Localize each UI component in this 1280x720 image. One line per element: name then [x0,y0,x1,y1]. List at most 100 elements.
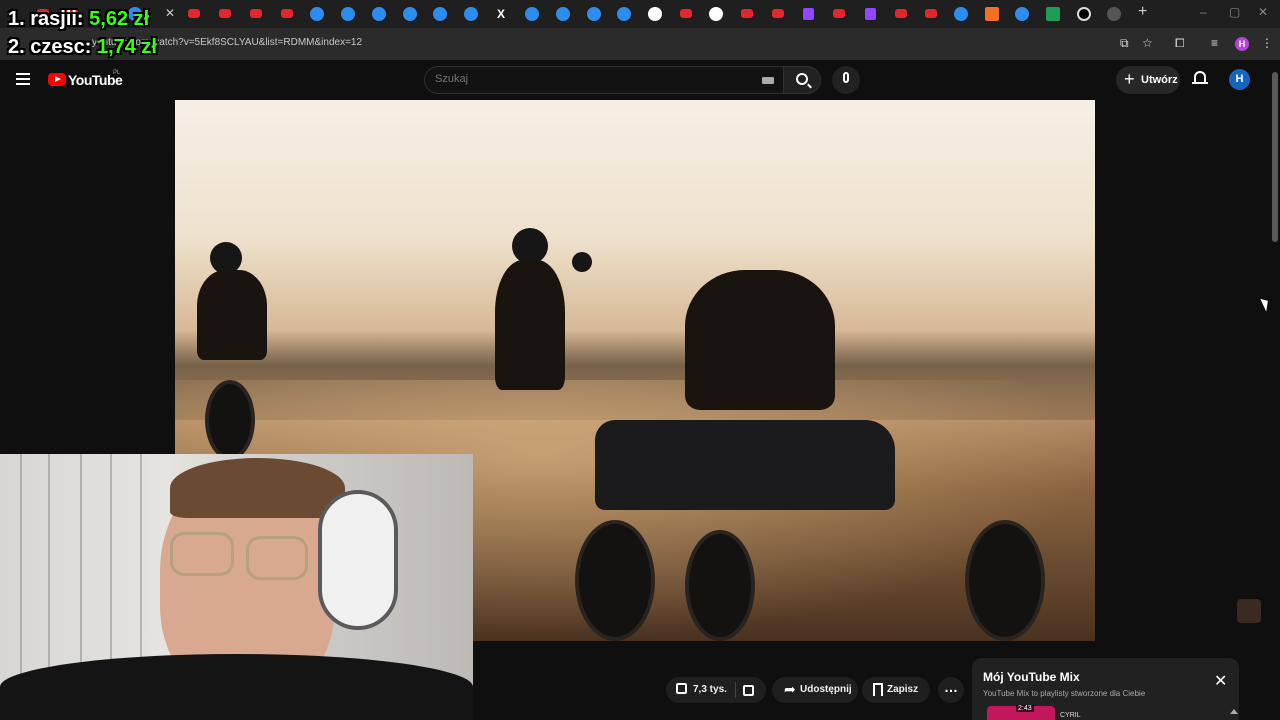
rider-helmet [572,252,592,272]
miniplayer-avatar[interactable] [1237,599,1261,623]
google-icon[interactable] [709,7,723,21]
twitch-icon[interactable] [865,8,876,20]
youtube-icon[interactable] [895,9,907,18]
maximize-icon[interactable]: ▢ [1229,5,1240,19]
bookmark-star-icon[interactable]: ☆ [1142,36,1153,50]
search-button[interactable] [783,66,821,94]
minimize-icon[interactable]: – [1200,5,1207,19]
rider-helmet [512,228,548,264]
youtube-icon[interactable] [219,9,231,18]
like-dislike-group: 7,3 tys. [666,677,766,703]
voice-search-button[interactable] [832,66,860,94]
search-box[interactable] [424,66,784,94]
dislike-icon[interactable] [743,685,754,696]
extensions-icon[interactable]: ⧠ [1175,36,1185,51]
youtube-icon[interactable] [741,9,753,18]
mix-subtitle: YouTube Mix to playlisty stworzone dla C… [983,689,1146,698]
address-bar: youtube.com/watch?v=5Ekf8SCLYAU&list=RDM… [0,28,1280,60]
messenger-icon[interactable] [433,7,447,21]
donation-amount: 1,74 zł [96,36,157,58]
browser-menu-icon[interactable]: ⋮ [1261,36,1273,50]
glasses-icon [246,536,308,580]
region-code: PL [113,70,121,76]
youtube-mix-panel: Mój YouTube Mix YouTube Mix to playlisty… [972,658,1239,720]
new-tab-button[interactable]: + [1138,3,1147,21]
search-icon [796,73,808,85]
save-icon [873,683,883,696]
youtube-icon[interactable] [925,9,937,18]
scrollbar-thumb[interactable] [1272,72,1278,242]
donation-label: 2. czesc: [8,36,92,58]
dirtbike-wheel [205,380,255,460]
headphones-icon [318,490,398,630]
messenger-icon[interactable] [341,7,355,21]
messenger-icon[interactable] [954,7,968,21]
youtube-icon[interactable] [250,9,262,18]
page-scrollbar[interactable] [1270,60,1280,720]
google-icon[interactable] [648,7,662,21]
youtube-icon[interactable] [680,9,692,18]
install-app-icon[interactable]: ⧉ [1120,36,1129,51]
close-icon[interactable]: ✕ [1214,674,1227,690]
like-count[interactable]: 7,3 tys. [693,684,727,695]
close-window-icon[interactable]: ✕ [1258,5,1268,19]
streamer-webcam [0,454,473,720]
mix-item-label[interactable]: CYRIL [1060,712,1081,719]
menu-icon[interactable] [16,73,30,85]
like-icon[interactable] [676,683,687,694]
quad-bike [595,420,895,510]
youtube-logo-icon[interactable] [48,73,66,86]
donation-row-1: 1. rasjii: 5,62 zł [8,8,149,31]
share-label: Udostępnij [800,684,852,695]
quad-wheel [965,520,1045,641]
plus-icon: + [1124,69,1135,89]
quad-rider [685,270,835,410]
media-controls-icon[interactable]: ≡ [1211,36,1218,50]
youtube-header: YouTube PL + Utwórz H [0,60,1270,100]
youtube-icon[interactable] [188,9,200,18]
search-input[interactable] [435,73,755,85]
save-label: Zapisz [887,684,919,695]
glasses-icon [170,532,234,576]
share-button[interactable]: ➦ Udostępnij [772,677,858,703]
rider-left [197,270,267,360]
more-actions-button[interactable]: … [938,677,964,703]
messenger-icon[interactable] [556,7,570,21]
tab-close-button[interactable]: ✕ [165,6,175,20]
youtube-icon[interactable] [833,9,845,18]
messenger-icon[interactable] [525,7,539,21]
donation-amount: 5,62 zł [89,8,150,30]
streamer-shirt [0,654,473,720]
messenger-icon[interactable] [310,7,324,21]
messenger-icon[interactable] [587,7,601,21]
microphone-icon [843,72,849,83]
sheets-icon[interactable] [1046,7,1060,21]
quad-wheel [685,530,755,641]
youtube-icon[interactable] [772,9,784,18]
mix-item-duration: 2:43 [1016,705,1034,712]
messenger-icon[interactable] [617,7,631,21]
messenger-icon[interactable] [1015,7,1029,21]
chevron-up-icon[interactable] [1230,709,1238,714]
notifications-bell-icon[interactable] [1192,71,1208,86]
github-icon[interactable] [1077,7,1091,21]
browser-profile-avatar[interactable]: H [1235,37,1249,51]
twitch-icon[interactable] [803,8,814,20]
streamer-hair [170,458,345,518]
share-icon: ➦ [784,681,796,697]
x-icon[interactable]: X [494,7,508,21]
youtube-icon[interactable] [281,9,293,18]
web-icon[interactable] [1107,7,1121,21]
soundcloud-icon[interactable] [985,7,999,21]
messenger-icon[interactable] [372,7,386,21]
browser-tab-strip: ✕ X + – ▢ ✕ [0,0,1280,28]
messenger-icon[interactable] [403,7,417,21]
donation-label: 1. rasjii: [8,8,84,30]
create-button[interactable]: + Utwórz [1116,66,1180,94]
mix-title[interactable]: Mój YouTube Mix [983,670,1080,684]
messenger-icon[interactable] [464,7,478,21]
keyboard-icon[interactable] [762,77,774,84]
account-avatar[interactable]: H [1229,69,1250,90]
save-button[interactable]: Zapisz [862,677,930,703]
rider-wheelie [495,260,565,390]
